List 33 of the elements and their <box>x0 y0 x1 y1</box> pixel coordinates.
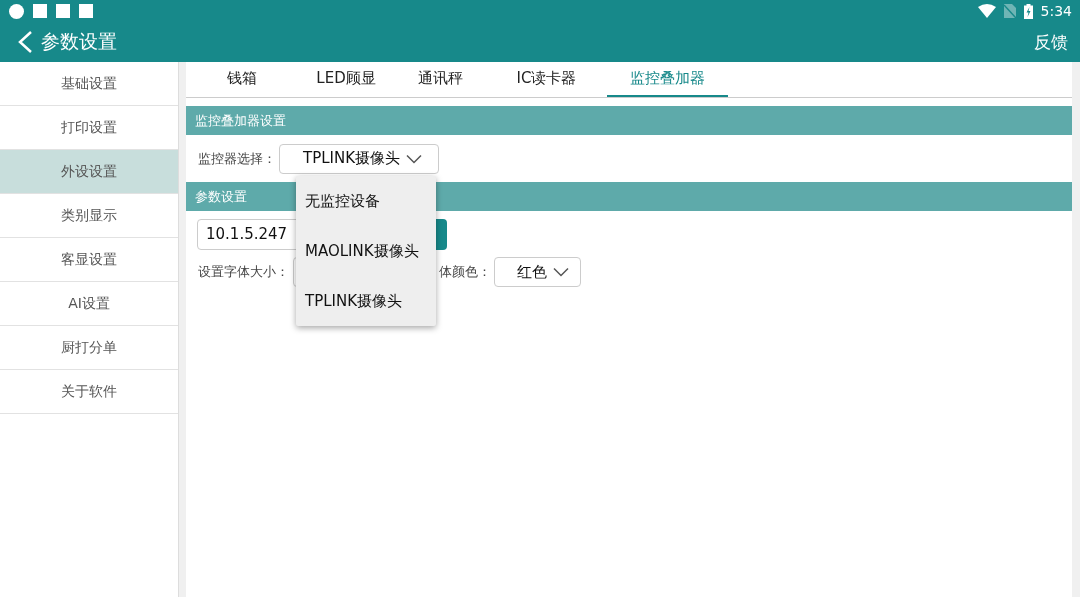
no-sim-icon <box>1003 4 1016 18</box>
sidebar-item[interactable]: 厨打分单 <box>0 326 178 370</box>
menu-option[interactable]: TPLINK摄像头 <box>296 276 436 326</box>
notification-icon <box>56 4 70 18</box>
notification-icon <box>33 4 47 18</box>
sidebar-item[interactable]: 客显设置 <box>0 238 178 282</box>
feedback-link[interactable]: 反馈 <box>1034 30 1068 54</box>
tab[interactable]: 通讯秤 <box>394 62 486 97</box>
sidebar-item[interactable]: 基础设置 <box>0 62 178 106</box>
page-title: 参数设置 <box>41 29 118 54</box>
field-label: 设置字体大小： <box>198 263 289 281</box>
monitor-dropdown[interactable]: TPLINK摄像头 <box>279 143 439 174</box>
field-label: 监控器选择： <box>198 149 276 168</box>
back-icon <box>17 30 33 54</box>
tab[interactable]: 监控叠加器 <box>607 62 728 97</box>
sidebar-item[interactable]: 类别显示 <box>0 194 178 238</box>
field-label: 体颜色： <box>439 263 491 281</box>
tab[interactable]: LED顾显 <box>298 62 394 97</box>
wifi-icon <box>977 4 996 18</box>
notification-icon <box>9 3 24 19</box>
battery-charging-icon <box>1023 3 1033 19</box>
section-header: 监控叠加器设置 <box>186 106 1072 135</box>
clock-time: 5:34 <box>1040 3 1072 19</box>
tab[interactable]: IC读卡器 <box>486 62 607 97</box>
sidebar-item[interactable]: 外设设置 <box>0 150 178 194</box>
back-button[interactable] <box>17 30 33 54</box>
tab[interactable]: 钱箱 <box>186 62 298 97</box>
notification-icon <box>79 4 93 18</box>
chevron-down-icon <box>406 153 423 164</box>
chevron-down-icon <box>553 267 569 277</box>
sidebar-item[interactable]: 关于软件 <box>0 370 178 414</box>
font-color-dropdown[interactable]: 红色 <box>494 257 581 287</box>
sidebar-item[interactable]: AI设置 <box>0 282 178 326</box>
